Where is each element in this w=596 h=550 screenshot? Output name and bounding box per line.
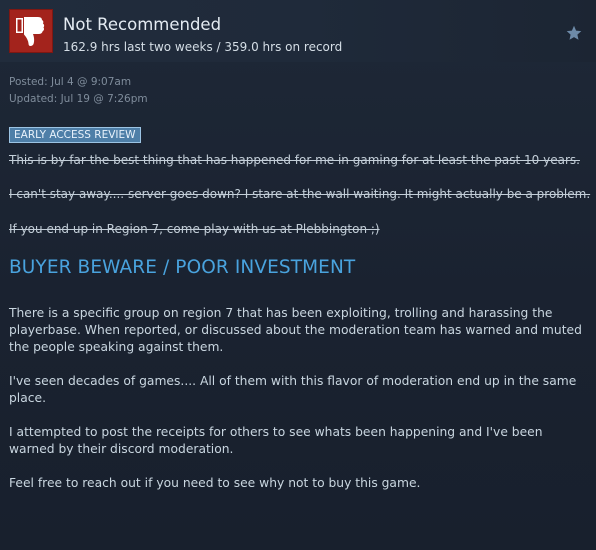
review-paragraph-2: I've seen decades of games.... All of th… [9,374,577,405]
struck-line-2: I can't stay away.... server goes down? … [9,187,591,201]
struck-line-1: This is by far the best thing that has h… [9,153,580,167]
review-paragraph-1: There is a specific group on region 7 th… [9,306,582,354]
struck-line-3: If you end up in Region 7, come play wit… [9,222,380,236]
thumbs-down-icon [9,9,53,53]
review-paragraph-4: Feel free to reach out if you need to se… [9,476,421,490]
recommendation-title: Not Recommended [63,15,222,34]
review-dates: Posted: Jul 4 @ 9:07am Updated: Jul 19 @… [9,74,148,108]
review-card: Not Recommended 162.9 hrs last two weeks… [0,0,596,550]
review-header: Not Recommended 162.9 hrs last two weeks… [0,0,596,62]
posted-date: Posted: Jul 4 @ 9:07am [9,76,132,88]
review-paragraph-3: I attempted to post the receipts for oth… [9,425,543,456]
star-icon[interactable] [566,25,582,41]
review-headline: BUYER BEWARE / POOR INVESTMENT [9,257,356,278]
updated-date: Updated: Jul 19 @ 7:26pm [9,93,148,105]
early-access-badge: EARLY ACCESS REVIEW [9,127,141,143]
hours-on-record: 162.9 hrs last two weeks / 359.0 hrs on … [63,40,343,54]
